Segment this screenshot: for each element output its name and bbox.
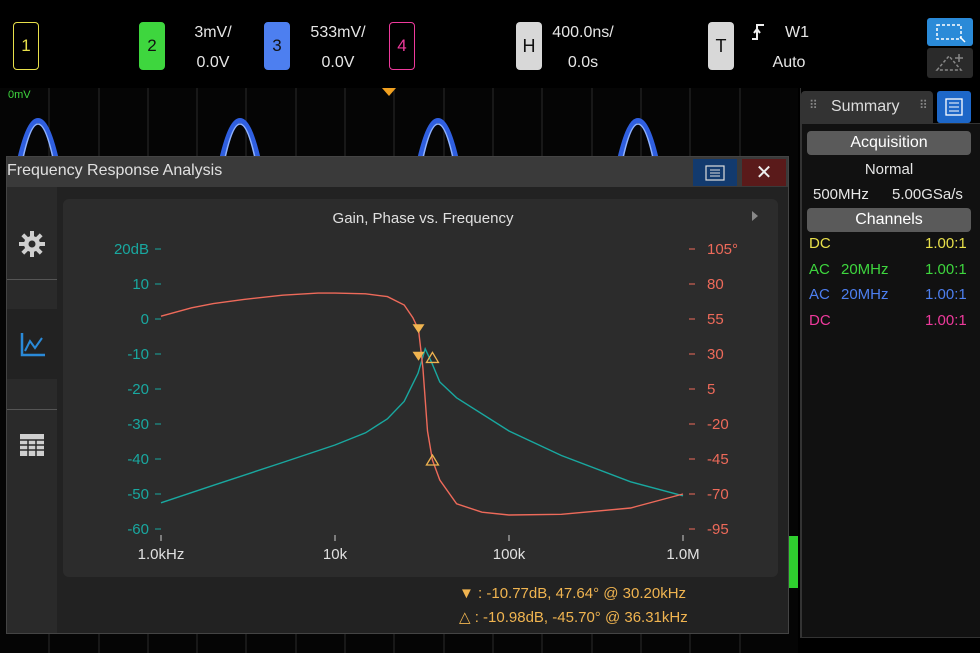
freq-tick-label: 10k: [323, 546, 348, 563]
phase-tick-label: 105°: [707, 241, 738, 258]
channel-2-button[interactable]: 2: [139, 22, 165, 70]
channel-2-label: 2: [147, 36, 157, 55]
acquisition-mode: Normal: [864, 161, 914, 178]
channel-1-label: 1: [21, 36, 31, 55]
channel-1-button[interactable]: 1: [13, 22, 39, 70]
drag-handle-icon[interactable]: ⠿: [809, 98, 818, 112]
trigger-button[interactable]: T: [708, 22, 734, 70]
marker-1-phase-point[interactable]: [412, 324, 425, 334]
zoom-select-button[interactable]: [927, 18, 973, 46]
phase-tick-label: -45: [707, 451, 729, 468]
summary-tab[interactable]: ⠿ Summary ⠿: [801, 91, 933, 123]
phase-tick-label: 30: [707, 346, 724, 363]
gain-phase-chart[interactable]: Gain, Phase vs. Frequency 20dB 10 0 -10 -20 -3…: [63, 199, 778, 577]
freq-tick-label: 1.0M: [666, 546, 699, 563]
trigger-position-marker[interactable]: [382, 88, 396, 98]
fra-close-button[interactable]: ✕: [742, 159, 786, 186]
channel-3-label: 3: [272, 36, 282, 55]
gain-tick-label: -10: [127, 346, 149, 363]
select-box-icon: [936, 24, 966, 43]
gain-tick-label: 10: [132, 276, 149, 293]
marker-1-text: : -10.77dB, 47.64° @ 30.20kHz: [478, 585, 687, 602]
phase-tick-label: -95: [707, 521, 729, 538]
gain-tick-label: -20: [127, 381, 149, 398]
phase-tick-label: -70: [707, 486, 729, 503]
phase-tick-label: 5: [707, 381, 715, 398]
gain-tick-label: -60: [127, 521, 149, 538]
fra-side-tabs: [7, 187, 59, 633]
acquisition-header: Acquisition: [807, 131, 971, 155]
summary-tab-label: Summary: [831, 98, 900, 115]
summary-ch2-bandwidth: 20MHz: [841, 260, 889, 278]
triangle-measure-icon: [935, 54, 963, 71]
channel-3-offset: 0.0V: [321, 54, 355, 71]
channel-4-label: 4: [397, 36, 407, 55]
expand-arrow-icon[interactable]: [752, 211, 758, 221]
horizontal-offset: 0.0s: [567, 54, 599, 71]
gain-tick-label: -40: [127, 451, 149, 468]
gain-curve[interactable]: [160, 346, 684, 504]
channel-2-waveform: [789, 536, 798, 588]
fra-plot-panel[interactable]: Gain, Phase vs. Frequency 20dB 10 0 -10 -20 -3…: [63, 199, 778, 577]
fra-title-bar[interactable]: Frequency Response Analysis ✕: [7, 157, 788, 187]
summary-ch3-coupling: AC: [809, 286, 830, 303]
channel-2-offset: 0.0V: [196, 54, 230, 71]
channel-4-button[interactable]: 4: [389, 22, 415, 70]
horizontal-label: H: [522, 35, 536, 56]
measure-button[interactable]: [927, 48, 973, 78]
fra-window-title: Frequency Response Analysis: [7, 162, 223, 179]
summary-ch2-probe: 1.00:1: [925, 260, 967, 278]
fra-window: Frequency Response Analysis ✕ Gain, Phas…: [6, 156, 789, 634]
trigger-mode: Auto: [772, 54, 806, 71]
summary-ch2-coupling: AC: [809, 260, 830, 278]
gain-tick-label: 0: [141, 311, 149, 328]
phase-tick-label: 80: [707, 276, 724, 293]
chart-title: Gain, Phase vs. Frequency: [333, 210, 514, 227]
horizontal-scale: 400.0ns/: [552, 24, 614, 41]
gain-tick-label: -50: [127, 486, 149, 503]
settings-tab[interactable]: [7, 209, 57, 280]
channel-3-scale: 533mV/: [310, 24, 366, 41]
channel-3-waveform: [17, 118, 659, 159]
menu-icon: [705, 164, 725, 181]
summary-ch4-probe: 1.00:1: [925, 311, 967, 329]
summary-menu-button[interactable]: [937, 91, 971, 123]
marker-1-symbol: ▼: [459, 585, 474, 602]
channel-3-button[interactable]: 3: [264, 22, 290, 70]
chart-tab[interactable]: [7, 309, 59, 379]
summary-ch3-bandwidth: 20MHz: [841, 286, 889, 303]
summary-ch4-coupling: DC: [809, 311, 831, 329]
phase-tick-label: -20: [707, 416, 729, 433]
gain-tick-label: 20dB: [114, 241, 149, 258]
summary-ch3-probe: 1.00:1: [925, 286, 967, 303]
drag-handle-icon-2[interactable]: ⠿: [919, 98, 928, 112]
channel-2-scale: 3mV/: [194, 24, 232, 41]
channel-bar: 1 2 3mV/ 0.0V 3 533mV/ 0.0V 4 H 400.0ns/…: [0, 0, 980, 88]
marker-2-readout: △ : -10.98dB, -45.70° @ 36.31kHz: [459, 608, 688, 626]
table-tab[interactable]: [7, 409, 57, 480]
marker-2-symbol: △: [459, 609, 471, 626]
ground-ref-label: 0mV: [8, 89, 31, 101]
horizontal-button[interactable]: H: [516, 22, 542, 70]
fra-menu-button[interactable]: [693, 159, 737, 186]
menu-icon: [945, 98, 963, 116]
sample-rate: 5.00GSa/s: [892, 186, 963, 203]
summary-panel: ⠿ Summary ⠿ Acquisition Normal 500MHz 5.…: [800, 88, 980, 638]
bandwidth: 500MHz: [813, 186, 869, 203]
summary-ch1-coupling: DC: [809, 235, 831, 252]
summary-ch1-probe: 1.00:1: [925, 235, 967, 252]
trigger-label: T: [715, 35, 727, 56]
marker-1-readout: ▼ : -10.77dB, 47.64° @ 30.20kHz: [459, 585, 686, 602]
table-icon: [20, 434, 44, 456]
line-chart-icon: [20, 333, 45, 357]
trigger-source: W1: [785, 24, 809, 41]
freq-tick-label: 100k: [493, 546, 526, 563]
gear-icon: [19, 231, 45, 257]
marker-2-text: : -10.98dB, -45.70° @ 36.31kHz: [474, 609, 688, 626]
channels-header: Channels: [807, 208, 971, 232]
phase-tick-label: 55: [707, 311, 724, 328]
gain-tick-label: -30: [127, 416, 149, 433]
freq-tick-label: 1.0kHz: [138, 546, 185, 563]
close-icon: ✕: [755, 162, 773, 184]
